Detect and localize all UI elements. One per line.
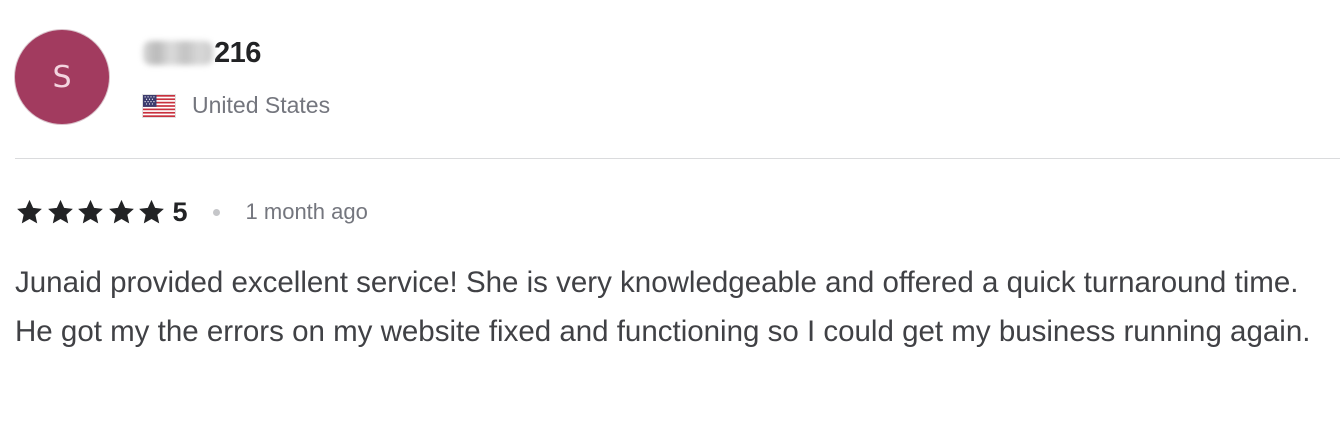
reviewer-header: S 216 United States: [15, 30, 715, 126]
star-rating: [15, 198, 168, 226]
reviewer-username[interactable]: 216: [143, 36, 261, 70]
star-icon: [47, 199, 73, 224]
reviewer-country: United States: [142, 92, 330, 119]
review-time: 1 month ago: [245, 199, 368, 224]
blurred-username-prefix: [143, 41, 213, 65]
review-text: Junaid provided excellent service! She i…: [15, 266, 1311, 348]
separator-dot: [212, 208, 220, 216]
username-visible-text: 216: [214, 36, 261, 69]
rating-row: 5 1 month ago: [15, 194, 368, 230]
avatar[interactable]: S: [15, 30, 109, 124]
divider: [15, 158, 1340, 159]
star-icon: [108, 199, 134, 224]
country-name: United States: [192, 92, 331, 118]
star-icon: [17, 199, 42, 224]
review-card: S 216 United States 5 1 month ago Junaid…: [0, 0, 1340, 432]
star-icon: [139, 199, 164, 224]
avatar-letter: S: [52, 59, 72, 95]
rating-score: 5: [172, 196, 188, 227]
us-flag-icon: [142, 93, 176, 118]
star-icon: [78, 199, 103, 224]
